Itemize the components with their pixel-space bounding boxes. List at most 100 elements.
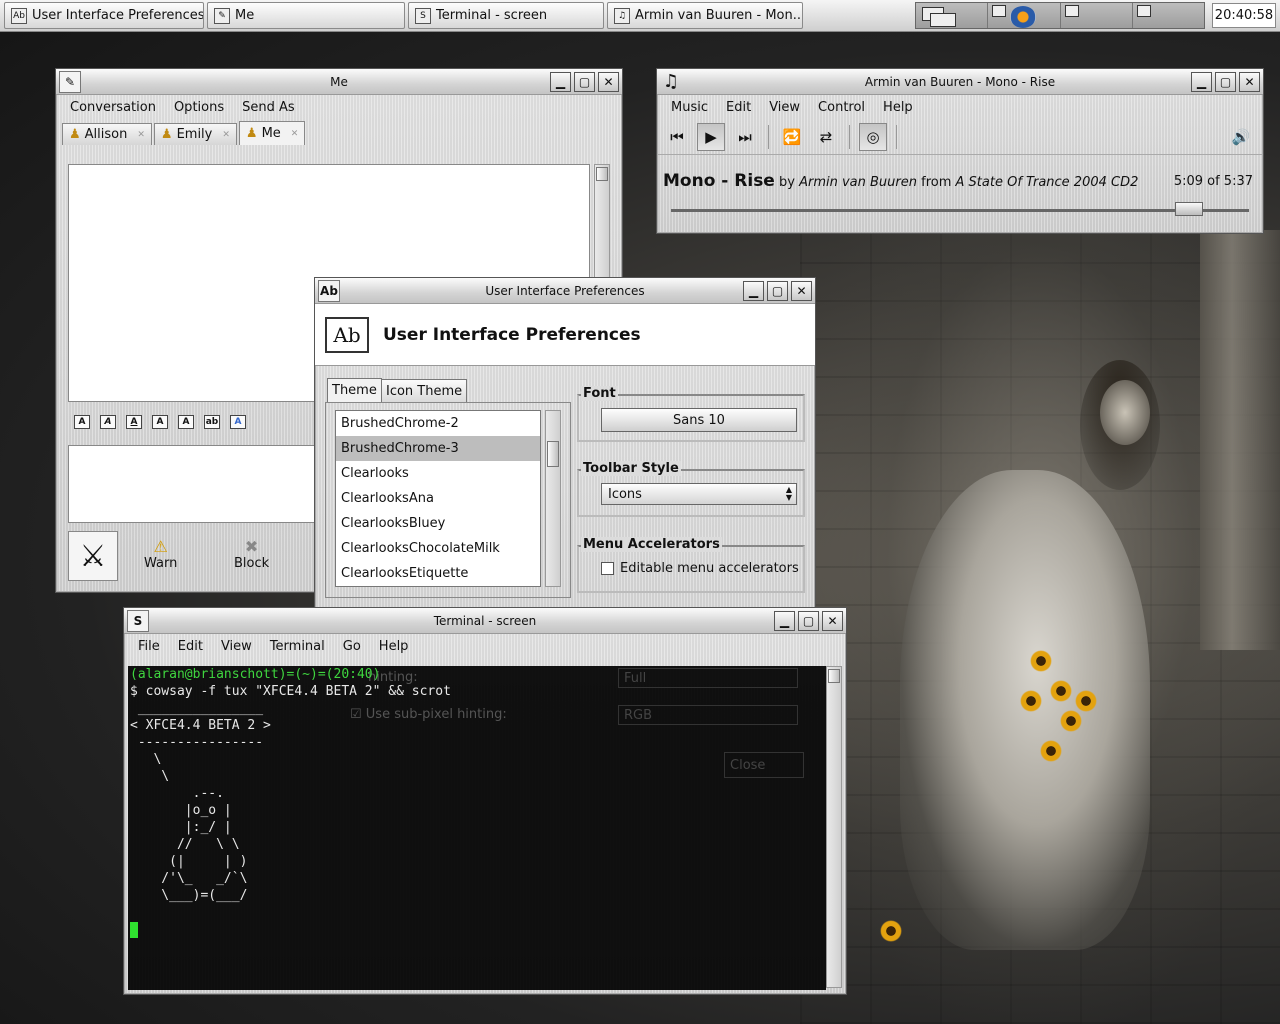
close-button[interactable]: ✕ [822, 611, 843, 631]
window-title: Terminal - screen [433, 613, 537, 628]
menu-music[interactable]: Music [669, 98, 710, 117]
toolbar-style-select[interactable]: Icons ▲ ▼ [601, 483, 797, 505]
song-title: Mono - Rise [663, 171, 775, 191]
font-picker-button[interactable]: Sans 10 [601, 408, 797, 432]
tab-icon-theme[interactable]: Icon Theme [381, 379, 468, 403]
theme-item[interactable]: Clearlooks [336, 461, 540, 486]
terminal-titlebar[interactable]: S Terminal - screen ▁ ▢ ✕ [124, 608, 846, 634]
theme-item[interactable]: BrushedChrome-2 [336, 411, 540, 436]
menu-edit[interactable]: Edit [724, 98, 753, 117]
scroll-thumb[interactable] [828, 669, 840, 683]
seek-knob[interactable] [1175, 202, 1204, 216]
task-label: Me [235, 8, 255, 23]
workspace-1[interactable] [916, 3, 989, 28]
ab-icon: Ab [11, 7, 27, 24]
menu-view[interactable]: View [767, 98, 802, 117]
menu-options[interactable]: Options [172, 98, 226, 117]
browse-icon[interactable]: ◎ [859, 122, 887, 151]
minimize-button[interactable]: ▁ [743, 281, 764, 301]
menu-edit[interactable]: Edit [176, 637, 205, 656]
font-color-icon[interactable]: A [230, 415, 246, 429]
wallpaper-sunflower [1040, 740, 1062, 762]
album-name: A State Of Trance 2004 CD2 [955, 175, 1139, 190]
me-titlebar[interactable]: ✎ Me ▁ ▢ ✕ [56, 69, 622, 95]
task-label: Terminal - screen [436, 8, 548, 23]
repeat-icon[interactable]: 🔁 [778, 123, 806, 151]
wallpaper-sunflower [880, 920, 902, 942]
larger-font-icon[interactable]: A [178, 415, 194, 429]
theme-item[interactable]: ClearlooksAna [336, 486, 540, 511]
menu-help[interactable]: Help [377, 637, 411, 656]
underline-icon[interactable]: A [126, 415, 142, 429]
message-input[interactable] [68, 445, 318, 523]
shell-command: $ cowsay -f tux "XFCE4.4 BETA 2" && scro… [130, 684, 451, 699]
previous-icon[interactable]: ⏮ [663, 123, 691, 151]
maximize-button[interactable]: ▢ [1215, 72, 1236, 92]
output-line: /'\_ _/`\ [130, 871, 248, 886]
theme-list-scrollbar[interactable] [545, 410, 561, 587]
workspace-2[interactable] [988, 3, 1061, 28]
menu-view[interactable]: View [219, 637, 254, 656]
close-tab-icon[interactable]: ✕ [222, 130, 230, 140]
menu-help[interactable]: Help [881, 98, 915, 117]
scroll-thumb[interactable] [547, 441, 559, 467]
task-me[interactable]: ✎ Me [207, 2, 405, 29]
me-menubar: Conversation Options Send As [56, 95, 622, 119]
next-icon[interactable]: ⏭ [731, 123, 759, 151]
theme-list[interactable]: BrushedChrome-2 BrushedChrome-3 Clearloo… [335, 410, 541, 587]
play-icon[interactable]: ▶ [697, 122, 725, 151]
close-button[interactable]: ✕ [1239, 72, 1260, 92]
terminal-icon: S [415, 7, 431, 24]
shuffle-icon[interactable]: ⇄ [812, 123, 840, 151]
close-button[interactable]: ✕ [791, 281, 812, 301]
menu-terminal[interactable]: Terminal [268, 637, 327, 656]
menu-control[interactable]: Control [816, 98, 867, 117]
task-terminal[interactable]: S Terminal - screen [408, 2, 604, 29]
tab-theme[interactable]: Theme [327, 378, 382, 402]
font-face-icon[interactable]: ab [204, 415, 220, 429]
workspace-4[interactable] [1133, 3, 1204, 28]
player-titlebar[interactable]: ♫ Armin van Buuren - Mono - Rise ▁ ▢ ✕ [657, 69, 1263, 95]
wallpaper-sunflower [1030, 650, 1052, 672]
menu-conversation[interactable]: Conversation [68, 98, 158, 117]
tab-allison[interactable]: ♟ Allison ✕ [62, 123, 152, 145]
task-ui-preferences[interactable]: Ab User Interface Preferences [4, 2, 204, 29]
seek-slider[interactable] [671, 202, 1249, 216]
task-music-player[interactable]: ♫ Armin van Buuren - Mon... [607, 2, 803, 29]
tab-emily[interactable]: ♟ Emily ✕ [153, 123, 237, 145]
volume-icon[interactable]: 🔊 [1227, 123, 1255, 151]
editable-accelerators-checkbox[interactable]: Editable menu accelerators [601, 561, 799, 576]
theme-item[interactable]: ClearlooksEtiquette [336, 561, 540, 586]
theme-item[interactable]: ClearlooksBluey [336, 511, 540, 536]
maximize-button[interactable]: ▢ [574, 72, 595, 92]
workspace-3[interactable] [1061, 3, 1133, 28]
close-tab-icon[interactable]: ✕ [291, 129, 299, 139]
theme-item[interactable]: ClearlooksChocolateMilk [336, 536, 540, 561]
checkbox-box[interactable] [601, 562, 614, 575]
maximize-button[interactable]: ▢ [798, 611, 819, 631]
close-button[interactable]: ✕ [598, 72, 619, 92]
minimize-button[interactable]: ▁ [774, 611, 795, 631]
menu-send-as[interactable]: Send As [240, 98, 297, 117]
menu-file[interactable]: File [136, 637, 162, 656]
warn-button[interactable]: ⚠ Warn [144, 537, 177, 571]
prefs-titlebar[interactable]: Ab User Interface Preferences ▁ ▢ ✕ [315, 278, 815, 304]
terminal-scrollbar[interactable] [826, 666, 842, 988]
tab-label: Allison [84, 127, 128, 142]
firefox-icon [1010, 6, 1037, 28]
smaller-font-icon[interactable]: A [152, 415, 168, 429]
menu-go[interactable]: Go [341, 637, 363, 656]
terminal-window: S Terminal - screen ▁ ▢ ✕ File Edit View… [123, 607, 847, 995]
scroll-thumb[interactable] [596, 167, 608, 181]
block-button[interactable]: ✖ Block [234, 537, 269, 571]
bold-icon[interactable]: A [74, 415, 90, 429]
terminal-screen[interactable]: hinting: Full ☑ Use sub-pixel hinting: R… [128, 666, 826, 990]
theme-item-selected[interactable]: BrushedChrome-3 [336, 436, 540, 461]
close-tab-icon[interactable]: ✕ [137, 130, 145, 140]
minimize-button[interactable]: ▁ [550, 72, 571, 92]
output-line: < XFCE4.4 BETA 2 > [130, 718, 271, 733]
maximize-button[interactable]: ▢ [767, 281, 788, 301]
tab-me[interactable]: ♟ Me ✕ [238, 121, 306, 145]
minimize-button[interactable]: ▁ [1191, 72, 1212, 92]
italic-icon[interactable]: A [100, 415, 116, 429]
